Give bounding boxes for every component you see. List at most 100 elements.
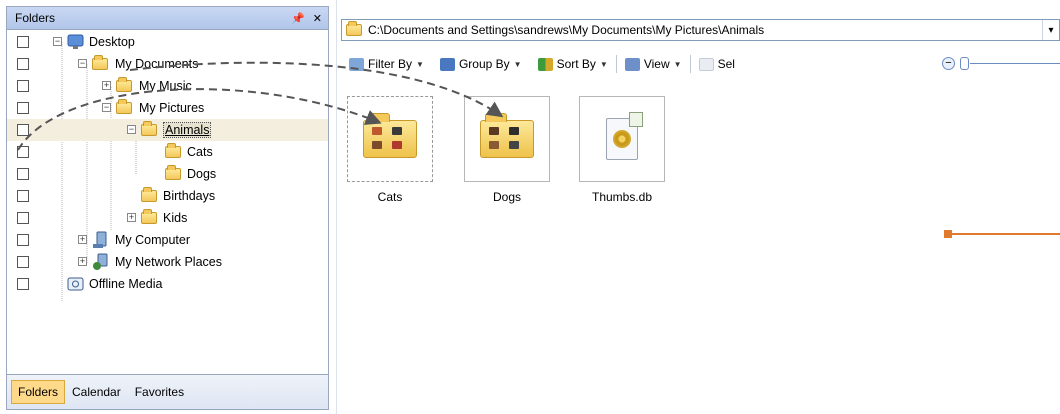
sort-by-label: Sort By (556, 57, 596, 71)
checkbox[interactable] (17, 102, 29, 114)
tree-node-label: My Documents (115, 57, 199, 71)
address-bar[interactable]: C:\Documents and Settings\sandrews\My Do… (341, 19, 1060, 41)
checkbox[interactable] (17, 146, 29, 158)
group-by-label: Group By (458, 57, 510, 71)
folder-icon (346, 21, 362, 36)
chevron-down-icon: ▼ (599, 59, 608, 69)
sort-by-button[interactable]: Sort By ▼ (530, 57, 616, 71)
checkbox[interactable] (17, 234, 29, 246)
close-icon[interactable]: ✕ (313, 12, 322, 25)
chevron-down-icon[interactable]: ▾ (1042, 20, 1059, 40)
checkbox[interactable] (17, 80, 29, 92)
folders-pane-header: Folders 📌 ✕ (7, 7, 328, 30)
checkbox[interactable] (17, 168, 29, 180)
checkbox[interactable] (17, 212, 29, 224)
chevron-down-icon: ▼ (673, 59, 682, 69)
expand-icon[interactable]: + (127, 213, 136, 222)
zoom-slider-thumb[interactable] (960, 57, 969, 70)
file-item-thumbs-db[interactable]: Thumbs.db (577, 96, 667, 204)
group-icon (439, 57, 455, 71)
view-label: View (643, 57, 670, 71)
folder-icon (141, 121, 159, 138)
tree-node-label: Cats (187, 145, 213, 159)
tree-node-label: My Network Places (115, 255, 222, 269)
zoom-slider[interactable]: − (942, 56, 1060, 72)
tree-node-cats[interactable]: Cats (7, 141, 328, 163)
checkbox[interactable] (17, 36, 29, 48)
select-button[interactable]: Sel (691, 57, 743, 71)
folder-icon (165, 165, 183, 182)
tab-calendar[interactable]: Calendar (65, 380, 128, 404)
offline-media-icon (67, 276, 85, 292)
checkbox[interactable] (17, 124, 29, 136)
tree-node-my-music[interactable]: + My Music (7, 75, 328, 97)
desktop-icon (67, 34, 85, 50)
tree-node-label: Kids (163, 211, 188, 225)
tree-node-my-network-places[interactable]: + My Network Places (7, 251, 328, 273)
group-by-button[interactable]: Group By ▼ (432, 57, 530, 71)
tree-node-label: Dogs (187, 167, 217, 181)
sort-icon (537, 57, 553, 71)
folder-icon (165, 143, 183, 160)
view-button[interactable]: View ▼ (617, 57, 690, 71)
tree-node-animals[interactable]: − Animals (7, 119, 328, 141)
filter-by-button[interactable]: Filter By ▼ (341, 57, 432, 71)
checkbox[interactable] (17, 278, 29, 290)
collapse-icon[interactable]: − (53, 37, 62, 46)
collapse-icon[interactable]: − (102, 103, 111, 112)
filter-by-label: Filter By (368, 57, 413, 71)
tree-node-desktop[interactable]: − Desktop (7, 31, 328, 53)
gear-icon (613, 130, 631, 148)
music-folder-icon (116, 77, 134, 94)
collapse-icon[interactable]: − (127, 125, 136, 134)
tree-node-label: My Music (139, 79, 192, 93)
tree-node-label: Animals (163, 122, 212, 138)
file-item-cats[interactable]: Cats (345, 96, 435, 204)
folder-icon (480, 113, 534, 158)
tree-node-label: My Pictures (139, 101, 205, 115)
pin-icon[interactable]: 📌 (291, 12, 305, 25)
pane-divider[interactable] (336, 0, 337, 414)
filter-icon (349, 57, 364, 71)
folders-pane: Folders 📌 ✕ − Desktop − My Documents + M… (6, 6, 329, 410)
address-path[interactable]: C:\Documents and Settings\sandrews\My Do… (368, 23, 764, 37)
checkbox[interactable] (17, 58, 29, 70)
collapse-icon[interactable]: − (78, 59, 87, 68)
expand-icon[interactable]: + (78, 235, 87, 244)
file-item-label: Dogs (492, 190, 521, 204)
tree-node-my-computer[interactable]: + My Computer (7, 229, 328, 251)
tree-node-my-pictures[interactable]: − My Pictures (7, 97, 328, 119)
tree-node-label: Birthdays (163, 189, 216, 203)
tree-node-birthdays[interactable]: Birthdays (7, 185, 328, 207)
database-file-icon (606, 112, 643, 160)
folders-pane-tabs: Folders Calendar Favorites (7, 374, 328, 409)
computer-icon (92, 231, 110, 248)
folder-icon (141, 187, 159, 204)
tree-node-offline-media[interactable]: Offline Media (7, 273, 328, 295)
tree-node-dogs[interactable]: Dogs (7, 163, 328, 185)
pictures-folder-icon (116, 99, 134, 116)
file-view: Cats Dogs Thumbs.db (341, 80, 1060, 414)
documents-folder-icon (92, 55, 110, 72)
tab-folders[interactable]: Folders (11, 380, 66, 404)
toolbar: Filter By ▼ Group By ▼ Sort By ▼ View ▼ … (341, 52, 1060, 76)
file-badge-icon (629, 112, 643, 127)
folder-icon (141, 209, 159, 226)
expand-icon[interactable]: + (78, 257, 87, 266)
expand-icon[interactable]: + (102, 81, 111, 90)
checkbox[interactable] (17, 256, 29, 268)
file-item-label: Thumbs.db (591, 190, 653, 204)
file-item-dogs[interactable]: Dogs (462, 96, 552, 204)
checkbox[interactable] (17, 190, 29, 202)
tree-node-label: Desktop (89, 35, 135, 49)
thumbnail-frame (579, 96, 665, 182)
tree-node-kids[interactable]: + Kids (7, 207, 328, 229)
chevron-down-icon: ▼ (416, 59, 424, 69)
folders-pane-title: Folders (15, 11, 56, 25)
zoom-out-icon[interactable]: − (942, 57, 955, 70)
tree-node-my-documents[interactable]: − My Documents (7, 53, 328, 75)
view-icon (624, 57, 640, 71)
network-icon (92, 253, 110, 270)
thumbnail-frame (464, 96, 550, 182)
tab-favorites[interactable]: Favorites (128, 380, 191, 404)
